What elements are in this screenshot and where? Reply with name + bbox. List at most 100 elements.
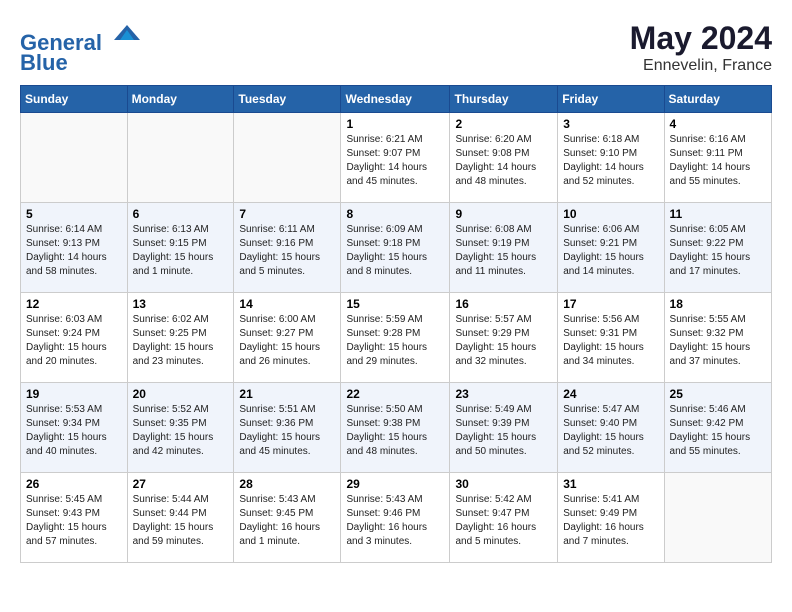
calendar-cell: 21 Sunrise: 5:51 AM Sunset: 9:36 PM Dayli… — [234, 383, 341, 473]
calendar-cell: 12Sunrise: 6:03 AM Sunset: 9:24 PM Dayli… — [21, 293, 128, 383]
calendar-cell: 18 Sunrise: 5:55 AM Sunset: 9:32 PM Dayli… — [664, 293, 771, 383]
logo: General Blue — [20, 20, 142, 75]
day-number: 6 — [133, 207, 229, 221]
day-info: Sunrise: 5:49 AM Sunset: 9:39 PM Dayligh… — [455, 403, 552, 459]
calendar-cell: 30 Sunrise: 5:42 AM Sunset: 9:47 PM Dayli… — [450, 473, 558, 563]
day-number: 18 — [670, 297, 766, 311]
day-info: Sunrise: 6:00 AM Sunset: 9:27 PM Dayligh… — [239, 313, 335, 369]
calendar-cell: 27Sunrise: 5:44 AM Sunset: 9:44 PM Dayli… — [127, 473, 234, 563]
day-number: 30 — [455, 477, 552, 491]
day-info: Sunrise: 6:18 AM Sunset: 9:10 PM Dayligh… — [563, 133, 658, 189]
day-info: Sunrise: 5:42 AM Sunset: 9:47 PM Dayligh… — [455, 493, 552, 549]
day-info: Sunrise: 6:21 AM Sunset: 9:07 PM Dayligh… — [346, 133, 444, 189]
calendar-cell: 26 Sunrise: 5:45 AM Sunset: 9:43 PM Dayli… — [21, 473, 128, 563]
calendar-cell — [664, 473, 771, 563]
day-info: Sunrise: 6:05 AM Sunset: 9:22 PM Dayligh… — [670, 223, 766, 279]
weekday-wednesday: Wednesday — [341, 86, 450, 113]
calendar-cell: 1 Sunrise: 6:21 AM Sunset: 9:07 PM Daylig… — [341, 113, 450, 203]
weekday-saturday: Saturday — [664, 86, 771, 113]
day-number: 16 — [455, 297, 552, 311]
day-number: 17 — [563, 297, 658, 311]
day-number: 13 — [133, 297, 229, 311]
calendar-cell: 11 Sunrise: 6:05 AM Sunset: 9:22 PM Dayli… — [664, 203, 771, 293]
day-info: Sunrise: 6:09 AM Sunset: 9:18 PM Dayligh… — [346, 223, 444, 279]
calendar-cell: 22Sunrise: 5:50 AM Sunset: 9:38 PM Dayli… — [341, 383, 450, 473]
day-number: 26 — [26, 477, 122, 491]
calendar-cell — [21, 113, 128, 203]
day-number: 5 — [26, 207, 122, 221]
day-info: Sunrise: 5:41 AM Sunset: 9:49 PM Dayligh… — [563, 493, 658, 549]
location-subtitle: Ennevelin, France — [630, 57, 772, 75]
day-info: Sunrise: 6:13 AM Sunset: 9:15 PM Dayligh… — [133, 223, 229, 279]
day-number: 23 — [455, 387, 552, 401]
calendar-cell: 17 Sunrise: 5:56 AM Sunset: 9:31 PM Dayli… — [558, 293, 664, 383]
day-number: 10 — [563, 207, 658, 221]
calendar-cell: 8Sunrise: 6:09 AM Sunset: 9:18 PM Daylig… — [341, 203, 450, 293]
title-block: May 2024 Ennevelin, France — [630, 20, 772, 75]
day-number: 19 — [26, 387, 122, 401]
calendar-cell: 19 Sunrise: 5:53 AM Sunset: 9:34 PM Dayli… — [21, 383, 128, 473]
day-info: Sunrise: 5:53 AM Sunset: 9:34 PM Dayligh… — [26, 403, 122, 459]
day-number: 1 — [346, 117, 444, 131]
calendar-cell — [127, 113, 234, 203]
day-number: 15 — [346, 297, 444, 311]
day-info: Sunrise: 5:56 AM Sunset: 9:31 PM Dayligh… — [563, 313, 658, 369]
calendar-week-row: 19 Sunrise: 5:53 AM Sunset: 9:34 PM Dayli… — [21, 383, 772, 473]
day-info: Sunrise: 5:43 AM Sunset: 9:45 PM Dayligh… — [239, 493, 335, 549]
day-number: 28 — [239, 477, 335, 491]
calendar-cell: 31 Sunrise: 5:41 AM Sunset: 9:49 PM Dayli… — [558, 473, 664, 563]
calendar-cell: 3 Sunrise: 6:18 AM Sunset: 9:10 PM Daylig… — [558, 113, 664, 203]
calendar-cell: 14 Sunrise: 6:00 AM Sunset: 9:27 PM Dayli… — [234, 293, 341, 383]
day-number: 22 — [346, 387, 444, 401]
day-info: Sunrise: 5:44 AM Sunset: 9:44 PM Dayligh… — [133, 493, 229, 549]
calendar-cell: 20Sunrise: 5:52 AM Sunset: 9:35 PM Dayli… — [127, 383, 234, 473]
calendar-week-row: 5Sunrise: 6:14 AM Sunset: 9:13 PM Daylig… — [21, 203, 772, 293]
calendar-cell: 16 Sunrise: 5:57 AM Sunset: 9:29 PM Dayli… — [450, 293, 558, 383]
day-number: 2 — [455, 117, 552, 131]
weekday-sunday: Sunday — [21, 86, 128, 113]
weekday-friday: Friday — [558, 86, 664, 113]
weekday-tuesday: Tuesday — [234, 86, 341, 113]
weekday-header-row: SundayMondayTuesdayWednesdayThursdayFrid… — [21, 86, 772, 113]
day-info: Sunrise: 5:57 AM Sunset: 9:29 PM Dayligh… — [455, 313, 552, 369]
day-number: 4 — [670, 117, 766, 131]
weekday-thursday: Thursday — [450, 86, 558, 113]
day-number: 7 — [239, 207, 335, 221]
day-info: Sunrise: 6:20 AM Sunset: 9:08 PM Dayligh… — [455, 133, 552, 189]
calendar-week-row: 1 Sunrise: 6:21 AM Sunset: 9:07 PM Daylig… — [21, 113, 772, 203]
calendar-cell: 9Sunrise: 6:08 AM Sunset: 9:19 PM Daylig… — [450, 203, 558, 293]
calendar-cell: 28 Sunrise: 5:43 AM Sunset: 9:45 PM Dayli… — [234, 473, 341, 563]
day-info: Sunrise: 5:46 AM Sunset: 9:42 PM Dayligh… — [670, 403, 766, 459]
calendar-cell: 15 Sunrise: 5:59 AM Sunset: 9:28 PM Dayli… — [341, 293, 450, 383]
calendar-cell: 24 Sunrise: 5:47 AM Sunset: 9:40 PM Dayli… — [558, 383, 664, 473]
month-title: May 2024 — [630, 20, 772, 57]
calendar-cell: 2 Sunrise: 6:20 AM Sunset: 9:08 PM Daylig… — [450, 113, 558, 203]
day-info: Sunrise: 5:51 AM Sunset: 9:36 PM Dayligh… — [239, 403, 335, 459]
calendar-cell: 7 Sunrise: 6:11 AM Sunset: 9:16 PM Daylig… — [234, 203, 341, 293]
calendar-table: SundayMondayTuesdayWednesdayThursdayFrid… — [20, 85, 772, 563]
calendar-cell — [234, 113, 341, 203]
day-number: 3 — [563, 117, 658, 131]
day-number: 11 — [670, 207, 766, 221]
day-number: 20 — [133, 387, 229, 401]
calendar-cell: 23 Sunrise: 5:49 AM Sunset: 9:39 PM Dayli… — [450, 383, 558, 473]
day-number: 9 — [455, 207, 552, 221]
page-header: General Blue May 2024 Ennevelin, France — [20, 20, 772, 75]
day-info: Sunrise: 5:45 AM Sunset: 9:43 PM Dayligh… — [26, 493, 122, 549]
day-info: Sunrise: 5:55 AM Sunset: 9:32 PM Dayligh… — [670, 313, 766, 369]
day-number: 14 — [239, 297, 335, 311]
day-number: 31 — [563, 477, 658, 491]
day-number: 29 — [346, 477, 444, 491]
calendar-week-row: 26 Sunrise: 5:45 AM Sunset: 9:43 PM Dayli… — [21, 473, 772, 563]
day-info: Sunrise: 5:59 AM Sunset: 9:28 PM Dayligh… — [346, 313, 444, 369]
day-info: Sunrise: 5:47 AM Sunset: 9:40 PM Dayligh… — [563, 403, 658, 459]
day-number: 24 — [563, 387, 658, 401]
day-info: Sunrise: 6:11 AM Sunset: 9:16 PM Dayligh… — [239, 223, 335, 279]
calendar-cell: 10 Sunrise: 6:06 AM Sunset: 9:21 PM Dayli… — [558, 203, 664, 293]
day-info: Sunrise: 6:06 AM Sunset: 9:21 PM Dayligh… — [563, 223, 658, 279]
logo-icon — [112, 20, 142, 50]
calendar-cell: 29Sunrise: 5:43 AM Sunset: 9:46 PM Dayli… — [341, 473, 450, 563]
calendar-cell: 25Sunrise: 5:46 AM Sunset: 9:42 PM Dayli… — [664, 383, 771, 473]
day-number: 21 — [239, 387, 335, 401]
calendar-week-row: 12Sunrise: 6:03 AM Sunset: 9:24 PM Dayli… — [21, 293, 772, 383]
